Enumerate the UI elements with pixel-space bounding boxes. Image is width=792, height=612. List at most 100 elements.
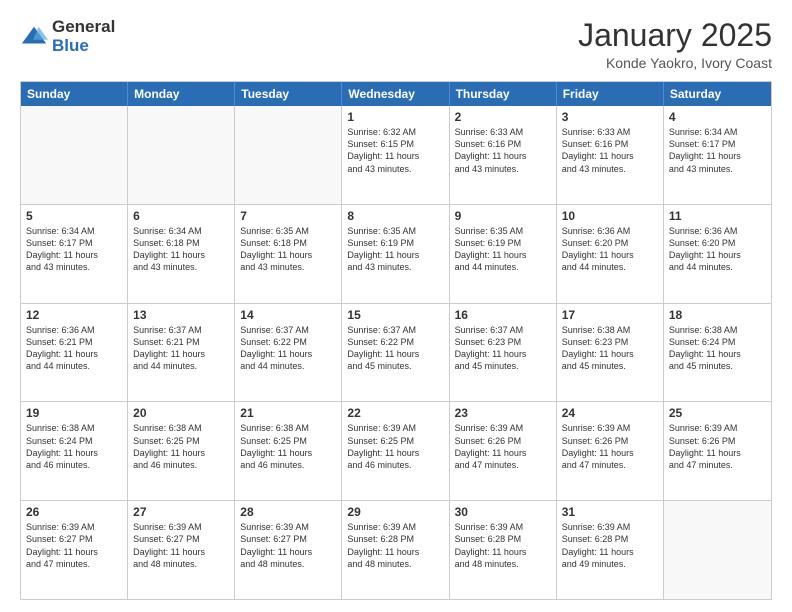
day-number: 10 — [562, 209, 658, 223]
header-day-saturday: Saturday — [664, 82, 771, 106]
day-cell-22: 22 Sunrise: 6:39 AM Sunset: 6:25 PM Dayli… — [342, 402, 449, 500]
day-cell-26: 26Sunrise: 6:39 AM Sunset: 6:27 PM Dayli… — [21, 501, 128, 599]
day-cell-4: 4Sunrise: 6:34 AM Sunset: 6:17 PM Daylig… — [664, 106, 771, 204]
day-number: 7 — [240, 209, 336, 223]
day-cell-15: 15 Sunrise: 6:37 AM Sunset: 6:22 PM Dayli… — [342, 304, 449, 402]
day-cell-27: 27 Sunrise: 6:39 AM Sunset: 6:27 PM Dayli… — [128, 501, 235, 599]
day-info: Sunrise: 6:39 AM Sunset: 6:27 PM Dayligh… — [26, 521, 122, 570]
day-number: 16 — [455, 308, 551, 322]
day-cell-29: 29 Sunrise: 6:39 AM Sunset: 6:28 PM Dayli… — [342, 501, 449, 599]
day-number: 31 — [562, 505, 658, 519]
day-cell-23: 23Sunrise: 6:39 AM Sunset: 6:26 PM Dayli… — [450, 402, 557, 500]
day-number: 4 — [669, 110, 766, 124]
day-info: Sunrise: 6:33 AM Sunset: 6:16 PM Dayligh… — [455, 126, 551, 175]
day-info: Sunrise: 6:39 AM Sunset: 6:26 PM Dayligh… — [562, 422, 658, 471]
day-cell-14: 14 Sunrise: 6:37 AM Sunset: 6:22 PM Dayli… — [235, 304, 342, 402]
day-info: Sunrise: 6:34 AM Sunset: 6:17 PM Dayligh… — [26, 225, 122, 274]
day-number: 28 — [240, 505, 336, 519]
day-number: 5 — [26, 209, 122, 223]
logo-blue-text: Blue — [52, 37, 115, 56]
day-info: Sunrise: 6:39 AM Sunset: 6:26 PM Dayligh… — [455, 422, 551, 471]
day-number: 9 — [455, 209, 551, 223]
day-cell-11: 11Sunrise: 6:36 AM Sunset: 6:20 PM Dayli… — [664, 205, 771, 303]
day-number: 1 — [347, 110, 443, 124]
day-info: Sunrise: 6:37 AM Sunset: 6:22 PM Dayligh… — [240, 324, 336, 373]
header-day-wednesday: Wednesday — [342, 82, 449, 106]
day-cell-20: 20 Sunrise: 6:38 AM Sunset: 6:25 PM Dayli… — [128, 402, 235, 500]
logo: General Blue — [20, 18, 115, 55]
day-cell-5: 5 Sunrise: 6:34 AM Sunset: 6:17 PM Daylig… — [21, 205, 128, 303]
day-cell-1: 1Sunrise: 6:32 AM Sunset: 6:15 PM Daylig… — [342, 106, 449, 204]
day-number: 18 — [669, 308, 766, 322]
day-info: Sunrise: 6:38 AM Sunset: 6:25 PM Dayligh… — [133, 422, 229, 471]
day-number: 8 — [347, 209, 443, 223]
day-info: Sunrise: 6:38 AM Sunset: 6:25 PM Dayligh… — [240, 422, 336, 471]
day-cell-13: 13 Sunrise: 6:37 AM Sunset: 6:21 PM Dayli… — [128, 304, 235, 402]
day-cell-18: 18 Sunrise: 6:38 AM Sunset: 6:24 PM Dayli… — [664, 304, 771, 402]
week-row-2: 5 Sunrise: 6:34 AM Sunset: 6:17 PM Daylig… — [21, 204, 771, 303]
empty-cell — [664, 501, 771, 599]
day-cell-17: 17 Sunrise: 6:38 AM Sunset: 6:23 PM Dayli… — [557, 304, 664, 402]
day-cell-30: 30 Sunrise: 6:39 AM Sunset: 6:28 PM Dayli… — [450, 501, 557, 599]
day-info: Sunrise: 6:39 AM Sunset: 6:25 PM Dayligh… — [347, 422, 443, 471]
day-number: 12 — [26, 308, 122, 322]
day-cell-7: 7 Sunrise: 6:35 AM Sunset: 6:18 PM Daylig… — [235, 205, 342, 303]
day-info: Sunrise: 6:38 AM Sunset: 6:24 PM Dayligh… — [669, 324, 766, 373]
day-info: Sunrise: 6:35 AM Sunset: 6:19 PM Dayligh… — [347, 225, 443, 274]
day-info: Sunrise: 6:37 AM Sunset: 6:23 PM Dayligh… — [455, 324, 551, 373]
day-cell-12: 12 Sunrise: 6:36 AM Sunset: 6:21 PM Dayli… — [21, 304, 128, 402]
day-info: Sunrise: 6:38 AM Sunset: 6:23 PM Dayligh… — [562, 324, 658, 373]
title-month: January 2025 — [578, 18, 772, 53]
logo-general-text: General — [52, 18, 115, 37]
day-number: 22 — [347, 406, 443, 420]
day-info: Sunrise: 6:39 AM Sunset: 6:28 PM Dayligh… — [455, 521, 551, 570]
day-info: Sunrise: 6:39 AM Sunset: 6:28 PM Dayligh… — [347, 521, 443, 570]
day-number: 30 — [455, 505, 551, 519]
logo-text: General Blue — [52, 18, 115, 55]
day-number: 3 — [562, 110, 658, 124]
day-cell-10: 10 Sunrise: 6:36 AM Sunset: 6:20 PM Dayli… — [557, 205, 664, 303]
day-number: 11 — [669, 209, 766, 223]
week-row-1: 1Sunrise: 6:32 AM Sunset: 6:15 PM Daylig… — [21, 106, 771, 204]
day-info: Sunrise: 6:36 AM Sunset: 6:21 PM Dayligh… — [26, 324, 122, 373]
calendar: SundayMondayTuesdayWednesdayThursdayFrid… — [20, 81, 772, 600]
logo-icon — [20, 23, 48, 51]
day-info: Sunrise: 6:37 AM Sunset: 6:21 PM Dayligh… — [133, 324, 229, 373]
day-cell-8: 8 Sunrise: 6:35 AM Sunset: 6:19 PM Daylig… — [342, 205, 449, 303]
day-info: Sunrise: 6:35 AM Sunset: 6:19 PM Dayligh… — [455, 225, 551, 274]
title-block: January 2025 Konde Yaokro, Ivory Coast — [578, 18, 772, 71]
day-info: Sunrise: 6:38 AM Sunset: 6:24 PM Dayligh… — [26, 422, 122, 471]
day-number: 29 — [347, 505, 443, 519]
day-info: Sunrise: 6:35 AM Sunset: 6:18 PM Dayligh… — [240, 225, 336, 274]
day-cell-16: 16 Sunrise: 6:37 AM Sunset: 6:23 PM Dayli… — [450, 304, 557, 402]
day-info: Sunrise: 6:33 AM Sunset: 6:16 PM Dayligh… — [562, 126, 658, 175]
day-number: 2 — [455, 110, 551, 124]
day-number: 27 — [133, 505, 229, 519]
day-number: 15 — [347, 308, 443, 322]
day-cell-6: 6 Sunrise: 6:34 AM Sunset: 6:18 PM Daylig… — [128, 205, 235, 303]
empty-cell — [128, 106, 235, 204]
header-day-thursday: Thursday — [450, 82, 557, 106]
day-info: Sunrise: 6:34 AM Sunset: 6:18 PM Dayligh… — [133, 225, 229, 274]
day-info: Sunrise: 6:37 AM Sunset: 6:22 PM Dayligh… — [347, 324, 443, 373]
day-number: 14 — [240, 308, 336, 322]
day-number: 24 — [562, 406, 658, 420]
empty-cell — [21, 106, 128, 204]
day-info: Sunrise: 6:39 AM Sunset: 6:27 PM Dayligh… — [240, 521, 336, 570]
week-row-3: 12 Sunrise: 6:36 AM Sunset: 6:21 PM Dayli… — [21, 303, 771, 402]
header-day-friday: Friday — [557, 82, 664, 106]
day-cell-25: 25Sunrise: 6:39 AM Sunset: 6:26 PM Dayli… — [664, 402, 771, 500]
day-info: Sunrise: 6:36 AM Sunset: 6:20 PM Dayligh… — [562, 225, 658, 274]
day-cell-3: 3 Sunrise: 6:33 AM Sunset: 6:16 PM Daylig… — [557, 106, 664, 204]
day-cell-9: 9 Sunrise: 6:35 AM Sunset: 6:19 PM Daylig… — [450, 205, 557, 303]
day-cell-28: 28 Sunrise: 6:39 AM Sunset: 6:27 PM Dayli… — [235, 501, 342, 599]
calendar-body: 1Sunrise: 6:32 AM Sunset: 6:15 PM Daylig… — [21, 106, 771, 599]
day-number: 13 — [133, 308, 229, 322]
header-day-sunday: Sunday — [21, 82, 128, 106]
page: General Blue January 2025 Konde Yaokro, … — [0, 0, 792, 612]
title-location: Konde Yaokro, Ivory Coast — [578, 55, 772, 71]
day-number: 6 — [133, 209, 229, 223]
day-info: Sunrise: 6:39 AM Sunset: 6:27 PM Dayligh… — [133, 521, 229, 570]
day-number: 17 — [562, 308, 658, 322]
day-number: 20 — [133, 406, 229, 420]
